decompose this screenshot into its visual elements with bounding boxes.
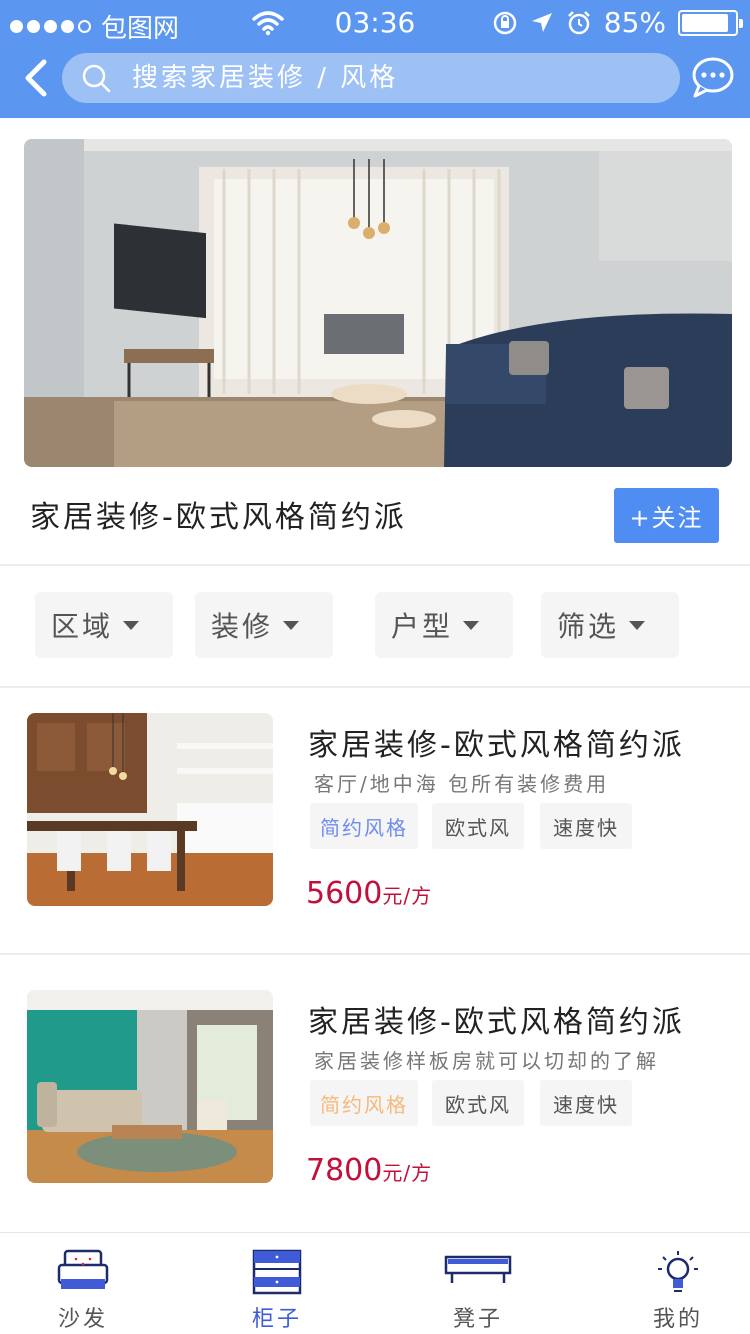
search-icon [82, 64, 111, 93]
location-icon [531, 12, 552, 32]
search-input[interactable] [132, 63, 612, 93]
search-bar[interactable] [62, 53, 680, 103]
listing-title[interactable]: 家居装修-欧式风格简约派 [308, 997, 685, 1041]
alarm-icon [567, 10, 590, 34]
listing-image[interactable] [27, 713, 273, 906]
filter-sort[interactable]: 筛选 [541, 592, 679, 658]
tab-label: 凳子 [452, 1307, 503, 1332]
caret-down-icon [463, 620, 480, 630]
listing-image[interactable] [27, 990, 273, 1183]
bottom-tab-bar: 沙发 柜子 凳子 我的 [0, 1232, 750, 1334]
section-divider [0, 564, 750, 566]
lightbulb-icon [658, 1251, 698, 1292]
listing-title[interactable]: 家居装修-欧式风格简约派 [308, 720, 685, 764]
listing-subtitle: 客厅/地中海 包所有装修费用 [314, 772, 610, 796]
tag-style: 速度快 [540, 1080, 632, 1126]
status-right: 85% [492, 6, 743, 39]
filter-label: 户型 [391, 610, 454, 643]
cabinet-icon [252, 1249, 302, 1295]
section-divider [0, 686, 750, 688]
hero-title: 家居装修-欧式风格简约派 [30, 500, 407, 535]
status-bar: 包图网 03:36 85% [0, 0, 750, 48]
tab-label: 沙发 [57, 1307, 108, 1332]
tab-label: 我的 [652, 1307, 703, 1332]
tab-label: 柜子 [251, 1307, 302, 1332]
price-unit: 元/方 [382, 1161, 433, 1185]
filter-region[interactable]: 区域 [35, 592, 173, 658]
caret-down-icon [283, 620, 300, 630]
tag-style: 欧式风 [432, 803, 524, 849]
tab-bench[interactable]: 凳子 [418, 1233, 538, 1334]
filter-label: 区域 [51, 610, 114, 643]
tag-style: 欧式风 [432, 1080, 524, 1126]
tab-mine[interactable]: 我的 [618, 1233, 738, 1334]
tab-sofa[interactable]: 沙发 [23, 1233, 143, 1334]
tab-cabinet[interactable]: 柜子 [217, 1233, 337, 1334]
sofa-icon [57, 1249, 109, 1289]
listing-price: 7800元/方 [306, 1153, 432, 1188]
battery-percent: 85% [603, 6, 666, 39]
price-value: 7800 [306, 1153, 383, 1188]
app-header: 包图网 03:36 85% [0, 0, 750, 118]
caret-down-icon [629, 620, 646, 630]
tag-style: 简约风格 [310, 1080, 418, 1126]
rotation-lock-icon [493, 11, 517, 34]
message-icon[interactable] [690, 56, 736, 98]
price-unit: 元/方 [382, 884, 433, 908]
section-divider [0, 953, 750, 955]
bench-icon [444, 1255, 512, 1283]
filter-label: 筛选 [557, 610, 620, 643]
listing-price: 5600元/方 [306, 876, 432, 911]
follow-button[interactable]: +关注 [614, 488, 719, 543]
back-icon[interactable] [18, 58, 58, 98]
hero-image[interactable] [24, 139, 732, 467]
tag-style: 速度快 [540, 803, 632, 849]
listing-subtitle: 家居装修样板房就可以切却的了解 [314, 1049, 659, 1073]
tag-style: 简约风格 [310, 803, 418, 849]
battery-icon [678, 9, 743, 36]
filter-layout[interactable]: 户型 [375, 592, 513, 658]
filter-decoration[interactable]: 装修 [195, 592, 333, 658]
filter-label: 装修 [211, 610, 274, 643]
caret-down-icon [123, 620, 140, 630]
price-value: 5600 [306, 876, 383, 911]
